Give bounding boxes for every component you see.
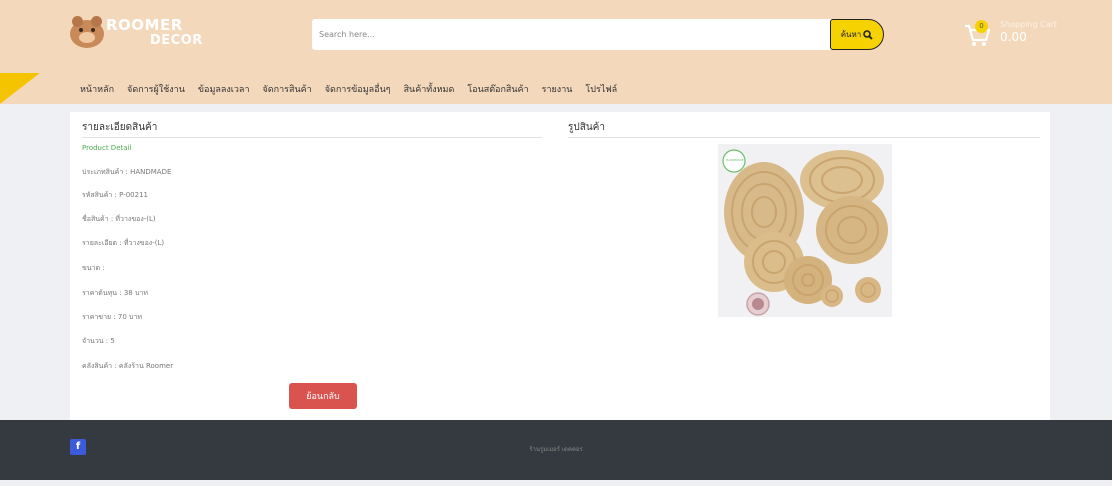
nav-item-profile[interactable]: โปรไฟล์ (585, 82, 617, 96)
search-bar: ค้นหา (312, 19, 884, 50)
product-image: HANDMADE (718, 144, 892, 317)
field-description: รายละเอียด : ที่วางของ-(L) (82, 239, 165, 247)
nav-item-users[interactable]: จัดการผู้ใช้งาน (127, 82, 185, 96)
shopping-cart[interactable]: 0 Shopping Cart 0.00 (963, 20, 1083, 52)
search-button[interactable]: ค้นหา (830, 19, 884, 50)
field-product-code: รหัสสินค้า : P-00211 (82, 191, 148, 199)
woven-placemats-illustration (718, 144, 892, 317)
field-cost-price: ราคาต้นทุน : 38 บาท (82, 289, 148, 297)
field-product-name: ชื่อสินค้า : ที่วางของ-(L) (82, 215, 156, 223)
nav-item-reports[interactable]: รายงาน (542, 82, 573, 96)
nav-item-home[interactable]: หน้าหลัก (80, 82, 114, 96)
cart-count-badge: 0 (975, 20, 988, 33)
back-button[interactable]: ย้อนกลับ (289, 383, 357, 409)
nav-items: หน้าหลัก จัดการผู้ใช้งาน ข้อมูลลงเวลา จั… (80, 73, 617, 104)
footer: f ร้านรูมเมอร์ เดคคอร (0, 420, 1112, 480)
image-divider (568, 137, 1040, 138)
handmade-badge: HANDMADE (726, 158, 744, 162)
detail-divider (82, 137, 542, 138)
field-size: ขนาด : (82, 264, 105, 272)
cart-total: 0.00 (1000, 30, 1027, 44)
search-button-label: ค้นหา (840, 30, 862, 39)
header: ROOMER DECOR ค้นหา 0 Shopping Cart 0.00 (0, 0, 1112, 73)
nav-item-products[interactable]: จัดการสินค้า (263, 82, 312, 96)
detail-subtitle: Product Detail (82, 144, 132, 152)
field-warehouse: คลังสินค้า : คลังร้าน Roomer (82, 362, 174, 370)
detail-title: รายละเอียดสินค้า (82, 122, 158, 133)
bear-logo-icon (70, 16, 104, 48)
brand-logo[interactable]: ROOMER DECOR (70, 14, 203, 50)
main-nav: หน้าหลัก จัดการผู้ใช้งาน ข้อมูลลงเวลา จั… (0, 73, 1112, 104)
search-input[interactable] (312, 19, 830, 50)
brand-name-line1: ROOMER (106, 16, 183, 34)
field-quantity: จำนวน : 5 (82, 337, 115, 345)
cart-title: Shopping Cart (1000, 20, 1058, 29)
nav-item-timesheet[interactable]: ข้อมูลลงเวลา (198, 82, 250, 96)
field-category: ประเภทสินค้า : HANDMADE (82, 168, 172, 176)
search-icon (863, 29, 873, 40)
nav-item-other-data[interactable]: จัดการข้อมูลอื่นๆ (325, 82, 391, 96)
nav-item-all-products[interactable]: สินค้าทั้งหมด (404, 82, 455, 96)
image-section-title: รูปสินค้า (568, 122, 605, 133)
brand-name-line2: DECOR (150, 33, 203, 48)
nav-item-stock-transfer[interactable]: โอนสต๊อกสินค้า (467, 82, 528, 96)
product-detail-card: รายละเอียดสินค้า รูปสินค้า Product Detai… (70, 112, 1050, 420)
footer-copyright: ร้านรูมเมอร์ เดคคอร (529, 446, 583, 453)
field-sale-price: ราคาขาย : 70 บาท (82, 313, 143, 321)
